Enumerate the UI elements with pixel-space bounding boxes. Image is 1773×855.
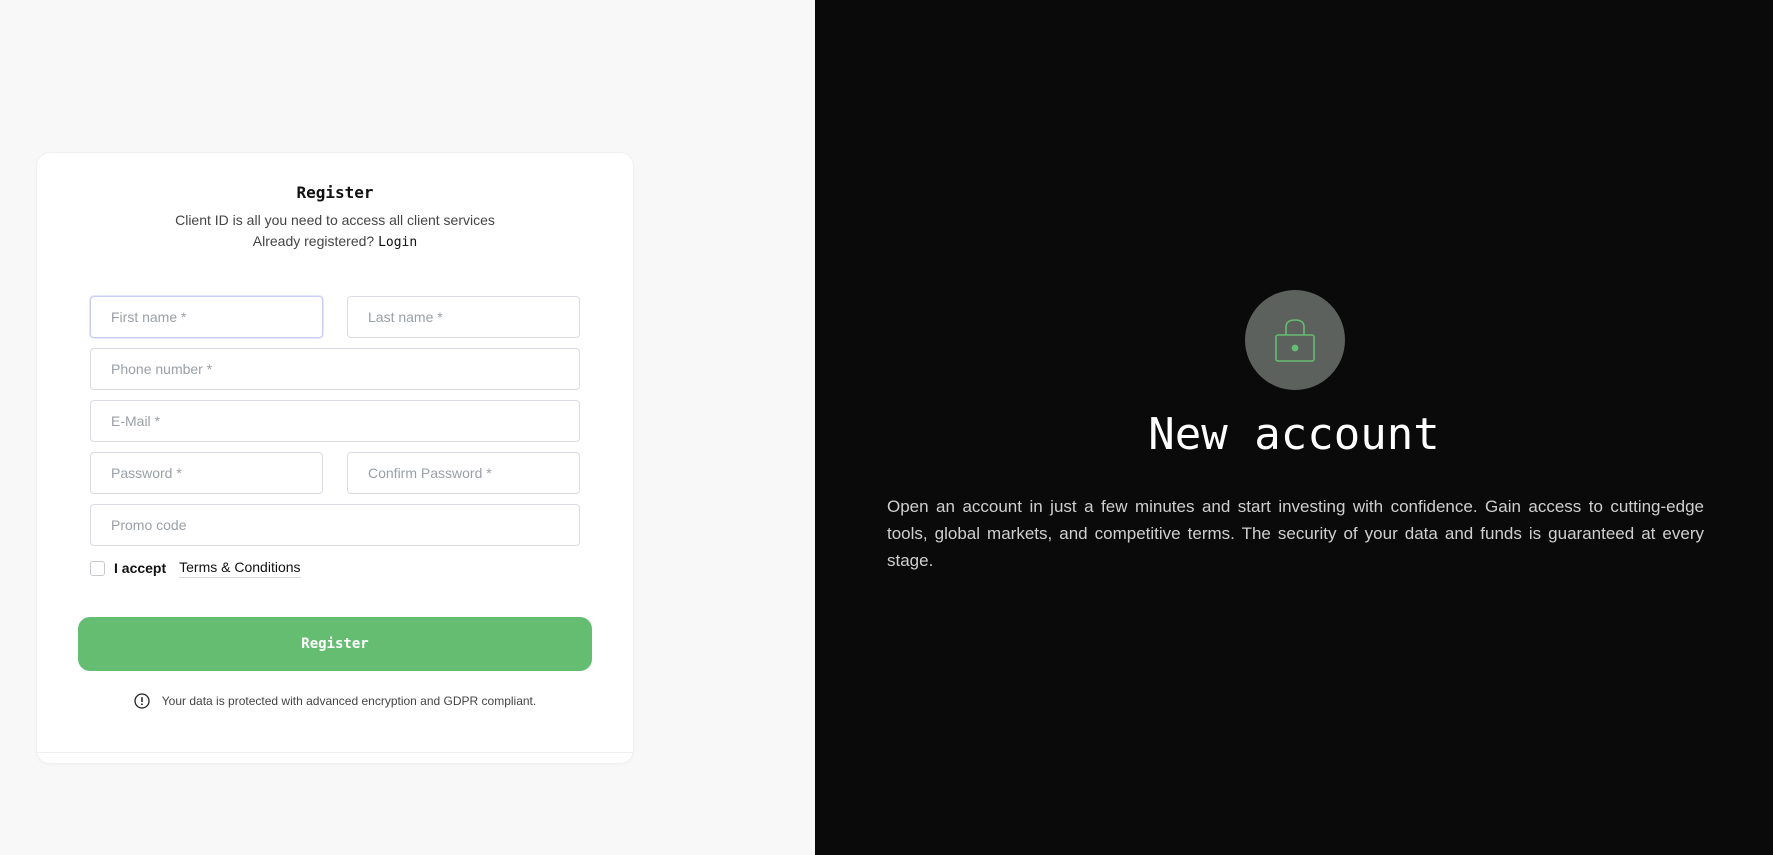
password-input[interactable] xyxy=(90,452,323,494)
lock-badge xyxy=(1245,290,1345,390)
card-divider xyxy=(37,752,633,753)
terms-row: I accept Terms & Conditions xyxy=(90,558,301,578)
form-subtitle: Client ID is all you need to access all … xyxy=(175,212,495,228)
login-link[interactable]: Login xyxy=(378,235,417,250)
lock-icon xyxy=(1275,319,1315,362)
accept-label: I accept xyxy=(114,560,167,576)
promo-code-input[interactable] xyxy=(90,504,580,546)
already-registered-text: Already registered? xyxy=(252,233,375,249)
phone-input[interactable] xyxy=(90,348,580,390)
register-card: Register Client ID is all you need to ac… xyxy=(36,152,634,764)
form-title: Register xyxy=(296,183,374,202)
promo-description: Open an account in just a few minutes an… xyxy=(887,497,1704,570)
registration-pane: Register Client ID is all you need to ac… xyxy=(0,0,815,855)
security-note-text: Your data is protected with advanced enc… xyxy=(161,694,537,708)
promo-heading: New account xyxy=(1148,409,1440,460)
info-icon xyxy=(134,693,150,709)
register-button[interactable]: Register xyxy=(78,617,592,671)
already-registered: Already registered? Login xyxy=(37,233,633,250)
confirm-password-input[interactable] xyxy=(347,452,580,494)
terms-link[interactable]: Terms & Conditions xyxy=(179,559,301,578)
email-input[interactable] xyxy=(90,400,580,442)
last-name-input[interactable] xyxy=(347,296,580,338)
security-note: Your data is protected with advanced enc… xyxy=(37,693,633,709)
first-name-input[interactable] xyxy=(90,296,323,338)
accept-checkbox[interactable] xyxy=(90,560,105,576)
promo-pane: New account Open an account in just a fe… xyxy=(815,0,1773,855)
